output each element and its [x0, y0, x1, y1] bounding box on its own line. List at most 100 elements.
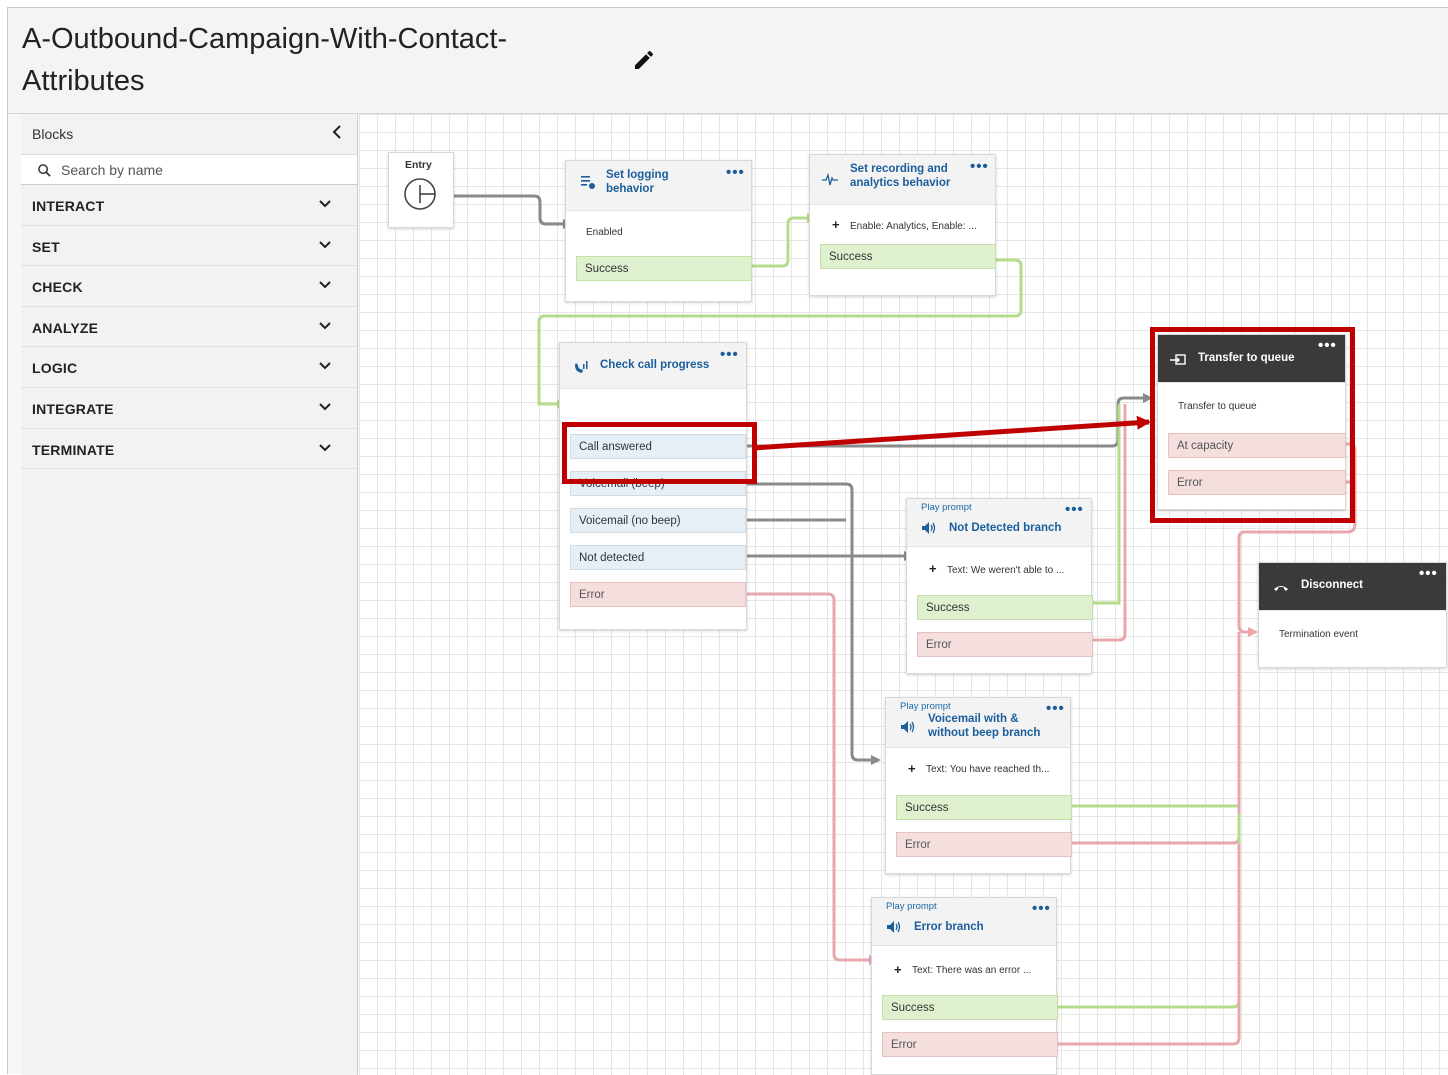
- category-analyze[interactable]: ANALYZE: [21, 307, 357, 348]
- node-title: Set recording and analytics behavior: [850, 163, 951, 189]
- branch-at-capacity[interactable]: At capacity: [1168, 433, 1346, 458]
- flow-editor: A-Outbound-Campaign-With-Contact-Attribu…: [7, 7, 1448, 1075]
- voicemail-prompt-node[interactable]: Play prompt Voicemail with & without bee…: [885, 697, 1072, 874]
- chevron-down-icon: [319, 240, 331, 249]
- node-title: Not Detected branch: [949, 522, 1062, 534]
- chevron-down-icon: [319, 362, 331, 370]
- node-header: Check call progress •••: [560, 343, 746, 389]
- node-header: Play prompt Voicemail with & without bee…: [886, 698, 1070, 748]
- branch-voicemail-beep[interactable]: Voicemail (beep): [570, 471, 746, 496]
- node-header: Play prompt Error branch •••: [872, 898, 1056, 946]
- chevron-left-icon[interactable]: [329, 123, 347, 141]
- node-param: Text: There was an error ...: [912, 965, 1032, 976]
- category-integrate[interactable]: INTEGRATE: [21, 388, 357, 429]
- branch-voicemail-no-beep[interactable]: Voicemail (no beep): [570, 508, 746, 533]
- branch-error[interactable]: Error: [896, 832, 1072, 857]
- plus-icon: +: [908, 761, 916, 776]
- node-param: Text: You have reached th...: [926, 764, 1050, 775]
- node-title: Error branch: [914, 921, 984, 933]
- branch-success[interactable]: Success: [917, 595, 1093, 620]
- connector: [744, 592, 879, 965]
- disconnect-node[interactable]: Disconnect ••• Termination event: [1258, 562, 1447, 668]
- category-label: TERMINATE: [32, 441, 115, 458]
- search-box: [21, 154, 357, 185]
- category-label: INTEGRATE: [32, 400, 114, 417]
- chevron-down-icon: [319, 322, 331, 330]
- search-icon: [38, 164, 51, 177]
- phone-signal-icon: [575, 361, 588, 373]
- branch-call-answered[interactable]: Call answered: [570, 434, 746, 459]
- not-detected-prompt-node[interactable]: Play prompt Not Detected branch ••• + Te…: [906, 498, 1093, 674]
- node-title: Voicemail with & without beep branch: [928, 713, 1041, 739]
- title-bar: A-Outbound-Campaign-With-Contact-Attribu…: [8, 8, 1448, 114]
- set-logging-node[interactable]: Set logging behavior ••• Enabled Success: [565, 160, 752, 302]
- branch-error[interactable]: Error: [882, 1032, 1058, 1057]
- connector: [744, 482, 881, 765]
- node-menu-button[interactable]: •••: [720, 347, 739, 362]
- branch-error[interactable]: Error: [1168, 470, 1346, 495]
- highlight-arrow: [752, 415, 1151, 451]
- speaker-icon: [922, 522, 936, 534]
- search-input[interactable]: [61, 159, 341, 181]
- plus-icon: +: [894, 962, 902, 977]
- node-menu-button[interactable]: •••: [1065, 502, 1084, 517]
- node-header: Play prompt Not Detected branch •••: [907, 499, 1091, 547]
- category-terminate[interactable]: TERMINATE: [21, 429, 357, 470]
- node-menu-button[interactable]: •••: [1046, 701, 1065, 716]
- transfer-icon: [1170, 354, 1186, 365]
- node-menu-button[interactable]: •••: [1032, 901, 1051, 916]
- pencil-icon[interactable]: [632, 48, 656, 72]
- branch-error[interactable]: Error: [917, 632, 1093, 657]
- connector: [744, 393, 1153, 448]
- entry-label: Entry: [405, 159, 432, 171]
- transfer-to-queue-node[interactable]: Transfer to queue ••• Transfer to queue …: [1157, 334, 1346, 510]
- category-label: LOGIC: [32, 360, 78, 377]
- flow-canvas[interactable]: Entry Set logging behavior ••• Enabled S…: [359, 114, 1448, 1075]
- blocks-header: Blocks: [21, 114, 357, 154]
- connector: [1053, 844, 1241, 1046]
- node-param: Text: We weren't able to ...: [947, 565, 1065, 576]
- flow-title: A-Outbound-Campaign-With-Contact-Attribu…: [22, 23, 508, 97]
- category-label: CHECK: [32, 279, 83, 296]
- category-label: INTERACT: [32, 198, 105, 214]
- speaker-icon: [901, 721, 915, 733]
- chevron-down-icon: [319, 403, 331, 411]
- node-param: Transfer to queue: [1178, 401, 1257, 412]
- category-logic[interactable]: LOGIC: [21, 347, 357, 388]
- plus-icon: +: [929, 561, 937, 576]
- hangup-icon: [1274, 586, 1288, 591]
- category-label: ANALYZE: [32, 319, 99, 336]
- category-interact[interactable]: INTERACT: [21, 185, 357, 226]
- branch-success[interactable]: Success: [882, 995, 1058, 1020]
- node-kind: Play prompt: [886, 901, 937, 912]
- speaker-icon: [887, 921, 901, 933]
- node-param: Enabled: [586, 227, 623, 238]
- node-menu-button[interactable]: •••: [970, 159, 989, 174]
- node-menu-button[interactable]: •••: [1419, 566, 1438, 581]
- category-label: SET: [32, 238, 60, 255]
- set-recording-node[interactable]: Set recording and analytics behavior •••…: [809, 154, 996, 296]
- node-menu-button[interactable]: •••: [726, 165, 745, 180]
- branch-not-detected[interactable]: Not detected: [570, 545, 746, 570]
- branch-success[interactable]: Success: [576, 256, 752, 281]
- node-header: Transfer to queue •••: [1158, 335, 1345, 383]
- node-title: Transfer to queue: [1198, 352, 1295, 364]
- error-prompt-node[interactable]: Play prompt Error branch ••• + Text: The…: [871, 897, 1058, 1075]
- blocks-panel: Blocks INTERACT SET CHECK ANALYZE LOGIC …: [21, 114, 358, 1075]
- connector: [748, 213, 817, 268]
- plus-icon: +: [832, 217, 840, 232]
- branch-success[interactable]: Success: [820, 244, 996, 269]
- connector: [1067, 632, 1241, 845]
- branch-success[interactable]: Success: [896, 795, 1072, 820]
- entry-node[interactable]: Entry: [388, 152, 454, 228]
- logging-icon: [581, 176, 595, 189]
- node-param: Enable: Analytics, Enable: ...: [850, 221, 977, 232]
- branch-error[interactable]: Error: [570, 582, 746, 607]
- connector: [1088, 404, 1121, 605]
- check-call-progress-node[interactable]: Check call progress ••• Call answered Vo…: [559, 342, 747, 630]
- node-menu-button[interactable]: •••: [1318, 338, 1337, 353]
- category-set[interactable]: SET: [21, 226, 357, 267]
- node-title: Check call progress: [600, 359, 710, 371]
- node-header: Disconnect •••: [1259, 563, 1446, 611]
- category-check[interactable]: CHECK: [21, 266, 357, 307]
